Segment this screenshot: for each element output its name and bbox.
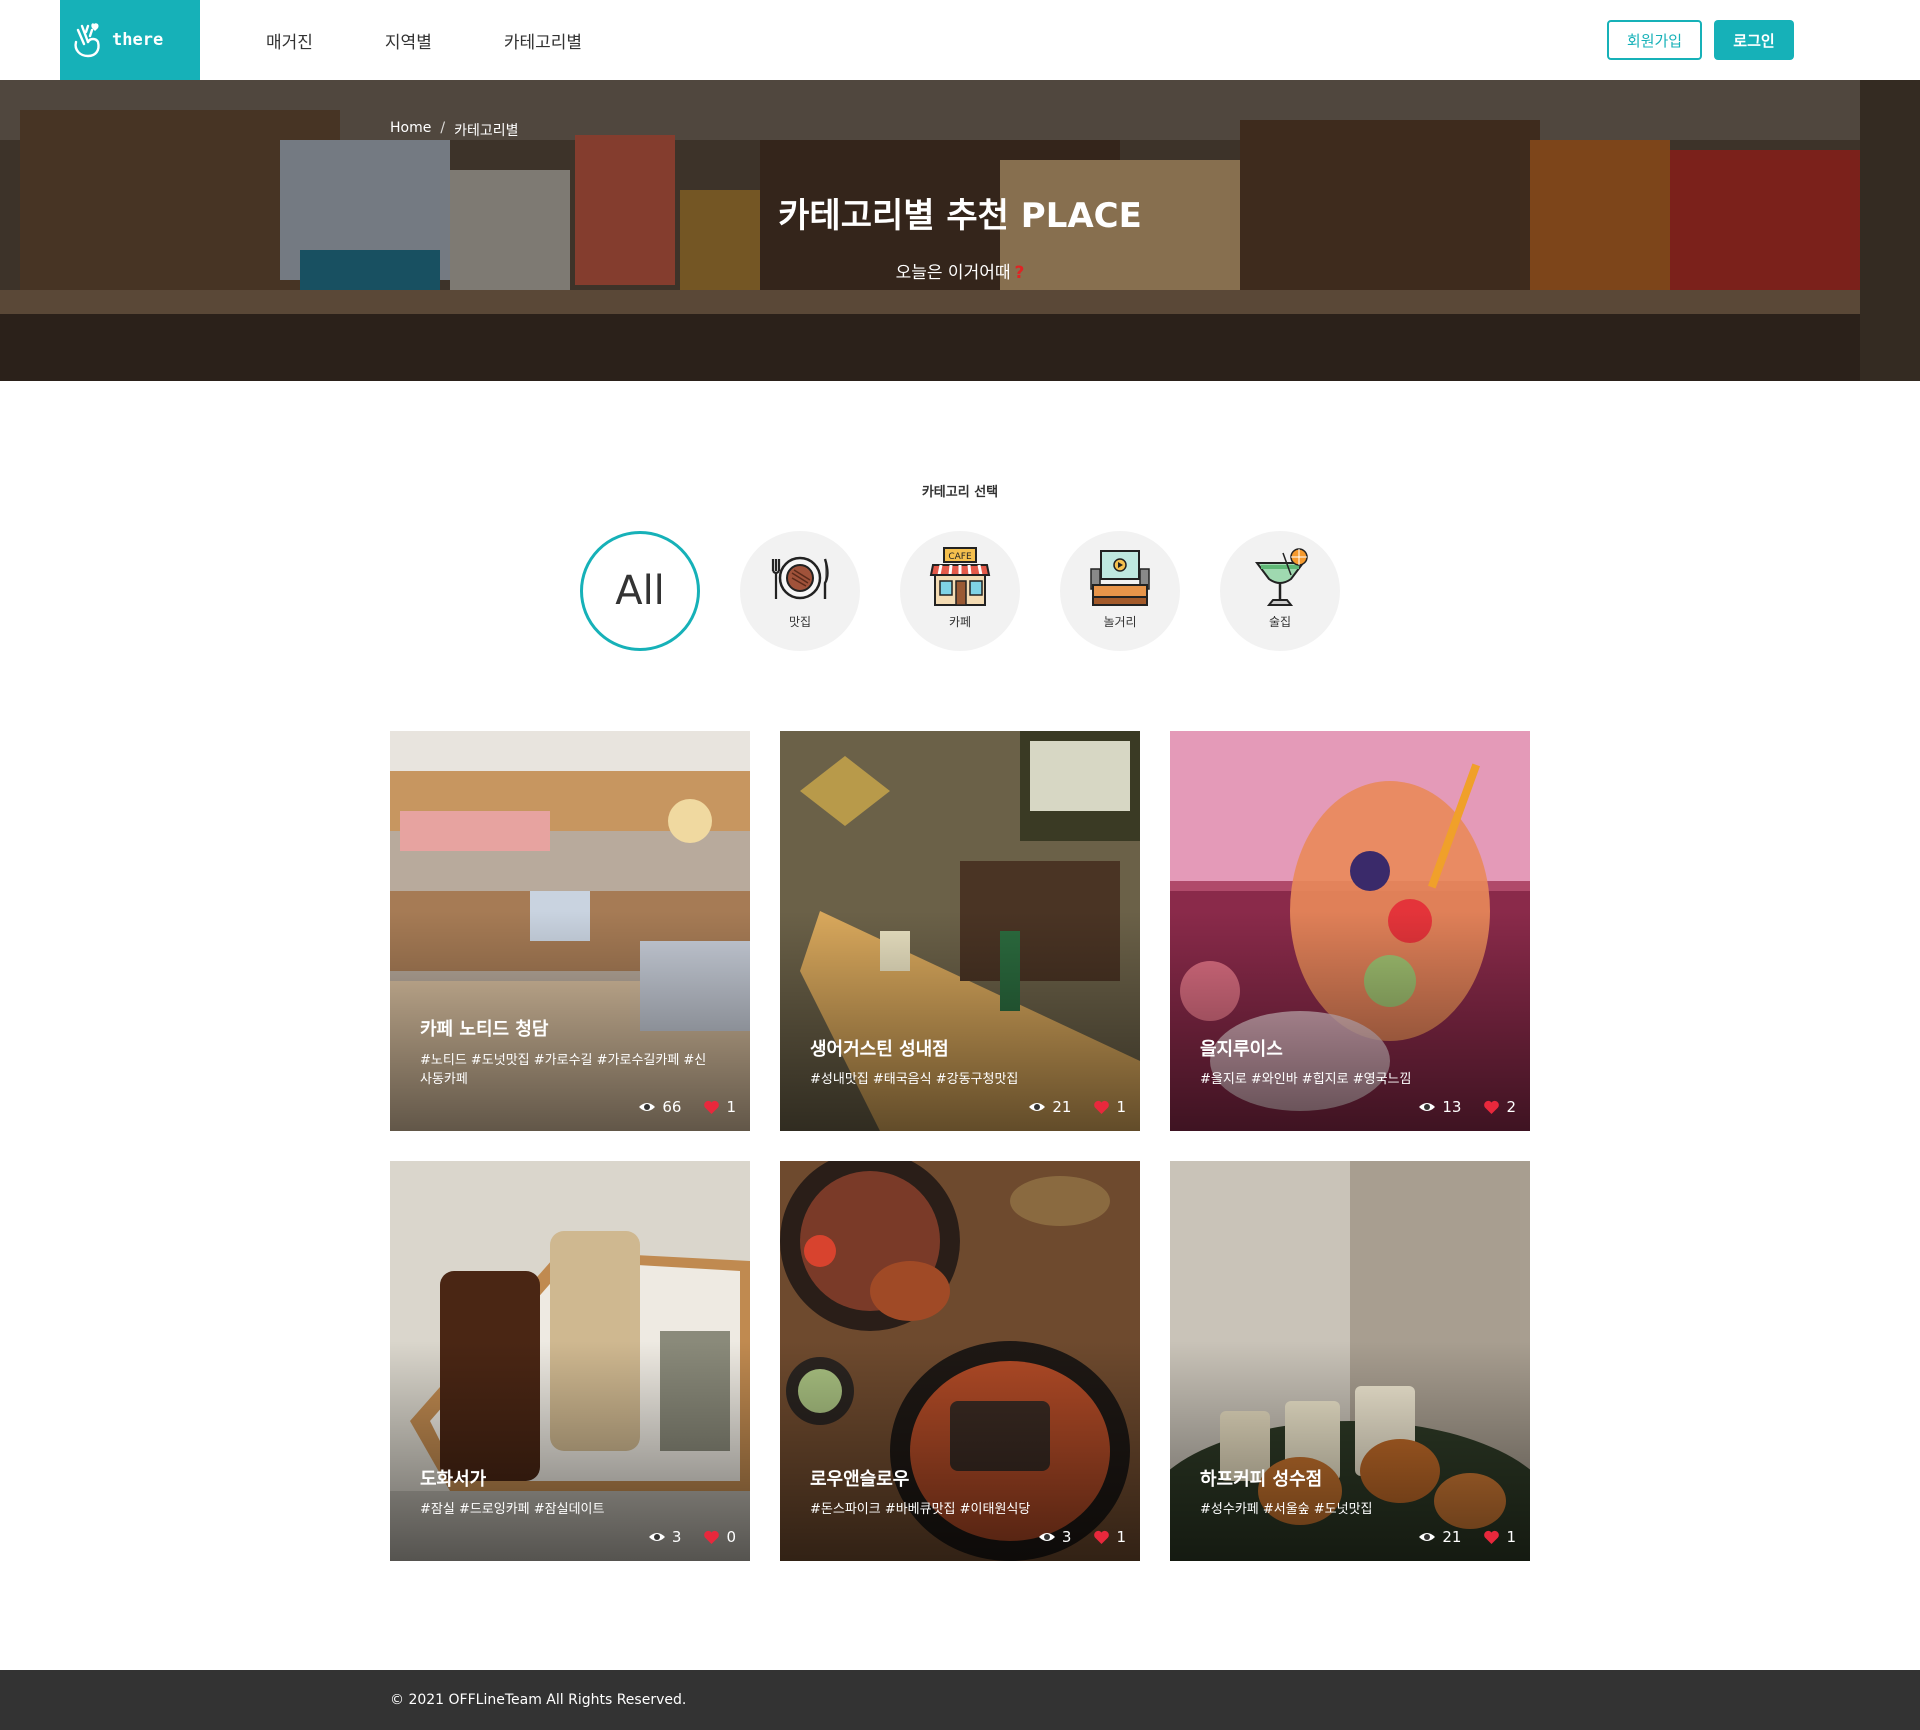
place-tags: #잠실 #드로잉카페 #잠실데이트 (420, 1502, 605, 1517)
place-tags: #돈스파이크 #바베큐맛집 #이태원식당 (810, 1502, 1031, 1517)
like-count: 2 (1506, 1098, 1516, 1116)
place-title: 하프커피 성수점 (1200, 1469, 1323, 1490)
place-card[interactable]: 생어거스틴 성내점 #성내맛집 #태국음식 #강동구청맛집 21 1 (780, 731, 1140, 1131)
logo-text: there (112, 30, 164, 50)
plate-icon (771, 556, 829, 599)
view-count: 21 (1052, 1098, 1072, 1116)
nav-region[interactable]: 지역별 (385, 28, 432, 53)
svg-text:CAFE: CAFE (948, 552, 972, 562)
like-count: 1 (1506, 1528, 1516, 1546)
heart-icon[interactable] (1483, 1100, 1500, 1115)
cocktail-icon (1255, 547, 1308, 606)
category-play-label: 놀거리 (1103, 614, 1137, 629)
place-title: 생어거스틴 성내점 (810, 1039, 949, 1060)
place-tags: #노티드 #도넛맛집 #가로수길 #가로수길카페 #신사동카페 (420, 1053, 707, 1087)
cafe-storefront-icon: CAFE (929, 546, 991, 606)
view-count: 3 (671, 1528, 682, 1546)
view-count: 66 (662, 1098, 682, 1116)
view-count: 21 (1442, 1528, 1462, 1546)
hero-banner: Home / 카테고리별 카테고리별 추천 PLACE 오늘은 이거어때? (0, 80, 1920, 381)
logo[interactable]: there (60, 0, 200, 80)
place-title: 을지루이스 (1200, 1039, 1283, 1060)
category-bar-label: 술집 (1268, 614, 1292, 629)
place-title: 카페 노티드 청담 (420, 1019, 549, 1040)
breadcrumb: Home / 카테고리별 (390, 120, 518, 140)
category-cafe[interactable]: CAFE 카페 (900, 531, 1020, 651)
nav-magazine[interactable]: 매거진 (266, 28, 313, 53)
place-card[interactable]: 을지루이스 #을지로 #와인바 #힙지로 #영국느낌 13 2 (1170, 731, 1530, 1131)
place-stats: 21 1 (1418, 1528, 1516, 1546)
eye-icon (648, 1533, 665, 1541)
like-count: 0 (726, 1528, 736, 1546)
place-stats: 21 1 (1028, 1098, 1126, 1116)
place-card[interactable]: 도화서가 #잠실 #드로잉카페 #잠실데이트 3 0 (390, 1161, 750, 1561)
category-restaurant-label: 맛집 (788, 614, 812, 629)
place-tags: #성내맛집 #태국음식 #강동구청맛집 (810, 1072, 1019, 1087)
heart-icon[interactable] (703, 1100, 720, 1115)
place-card[interactable]: 카페 노티드 청담 #노티드 #도넛맛집 #가로수길 #가로수길카페 #신사동카… (390, 731, 750, 1131)
hand-heart-icon (74, 23, 100, 58)
nav-category[interactable]: 카테고리별 (504, 28, 582, 53)
eye-icon (1419, 1103, 1436, 1111)
category-all[interactable]: All (580, 531, 700, 651)
login-button[interactable]: 로그인 (1714, 20, 1794, 60)
page-title: 카테고리별 추천 PLACE (778, 196, 1142, 236)
place-stats: 66 1 (638, 1098, 736, 1116)
view-count: 3 (1061, 1528, 1072, 1546)
question-mark-icon: ? (1014, 263, 1025, 283)
place-stats: 3 1 (1038, 1528, 1126, 1546)
breadcrumb-home[interactable]: Home (390, 120, 431, 140)
like-count: 1 (726, 1098, 736, 1116)
place-card[interactable]: 하프커피 성수점 #성수카페 #서울숲 #도넛맛집 21 1 (1170, 1161, 1530, 1561)
like-count: 1 (1116, 1098, 1126, 1116)
breadcrumb-current: 카테고리별 (454, 123, 519, 139)
place-stats: 13 2 (1418, 1098, 1516, 1116)
heart-icon[interactable] (1483, 1530, 1500, 1545)
heart-icon[interactable] (703, 1530, 720, 1545)
stage-screen-icon (1090, 549, 1150, 606)
view-count: 13 (1442, 1098, 1462, 1116)
place-card-selected[interactable]: 로우앤슬로우 #돈스파이크 #바베큐맛집 #이태원식당 3 1 (780, 1161, 1140, 1561)
place-tags: #을지로 #와인바 #힙지로 #영국느낌 (1200, 1072, 1412, 1087)
breadcrumb-separator: / (440, 120, 446, 136)
place-tags: #성수카페 #서울숲 #도넛맛집 (1200, 1502, 1373, 1517)
category-cafe-label: 카페 (948, 614, 972, 629)
category-restaurant[interactable]: 맛집 (740, 531, 860, 651)
signup-button[interactable]: 회원가입 (1607, 20, 1702, 60)
main-nav: 매거진 지역별 카테고리별 (266, 0, 654, 80)
category-select-label: 카테고리 선택 (921, 485, 999, 500)
category-bar[interactable]: 술집 (1220, 531, 1340, 651)
place-stats: 3 0 (648, 1528, 736, 1546)
category-selector: All 맛집 CAFE 카페 놀거리 술집 (580, 531, 1340, 651)
category-play[interactable]: 놀거리 (1060, 531, 1180, 651)
category-all-label: All (615, 568, 665, 614)
like-count: 1 (1116, 1528, 1126, 1546)
eye-icon (639, 1103, 656, 1111)
eye-icon (1029, 1103, 1046, 1111)
site-header: there 매거진 지역별 카테고리별 회원가입 로그인 (0, 0, 1920, 80)
place-title: 로우앤슬로우 (810, 1469, 910, 1490)
subtitle-text: 오늘은 이거어때 (895, 263, 1011, 283)
heart-icon[interactable] (1093, 1100, 1110, 1115)
heart-icon[interactable] (1093, 1530, 1110, 1545)
copyright-text: © 2021 OFFLineTeam All Rights Reserved. (390, 1692, 687, 1708)
eye-icon (1038, 1533, 1055, 1541)
place-title: 도화서가 (420, 1469, 487, 1490)
page-subtitle: 오늘은 이거어때? (0, 258, 1920, 283)
eye-icon (1419, 1533, 1436, 1541)
site-footer: © 2021 OFFLineTeam All Rights Reserved. (0, 1670, 1920, 1730)
